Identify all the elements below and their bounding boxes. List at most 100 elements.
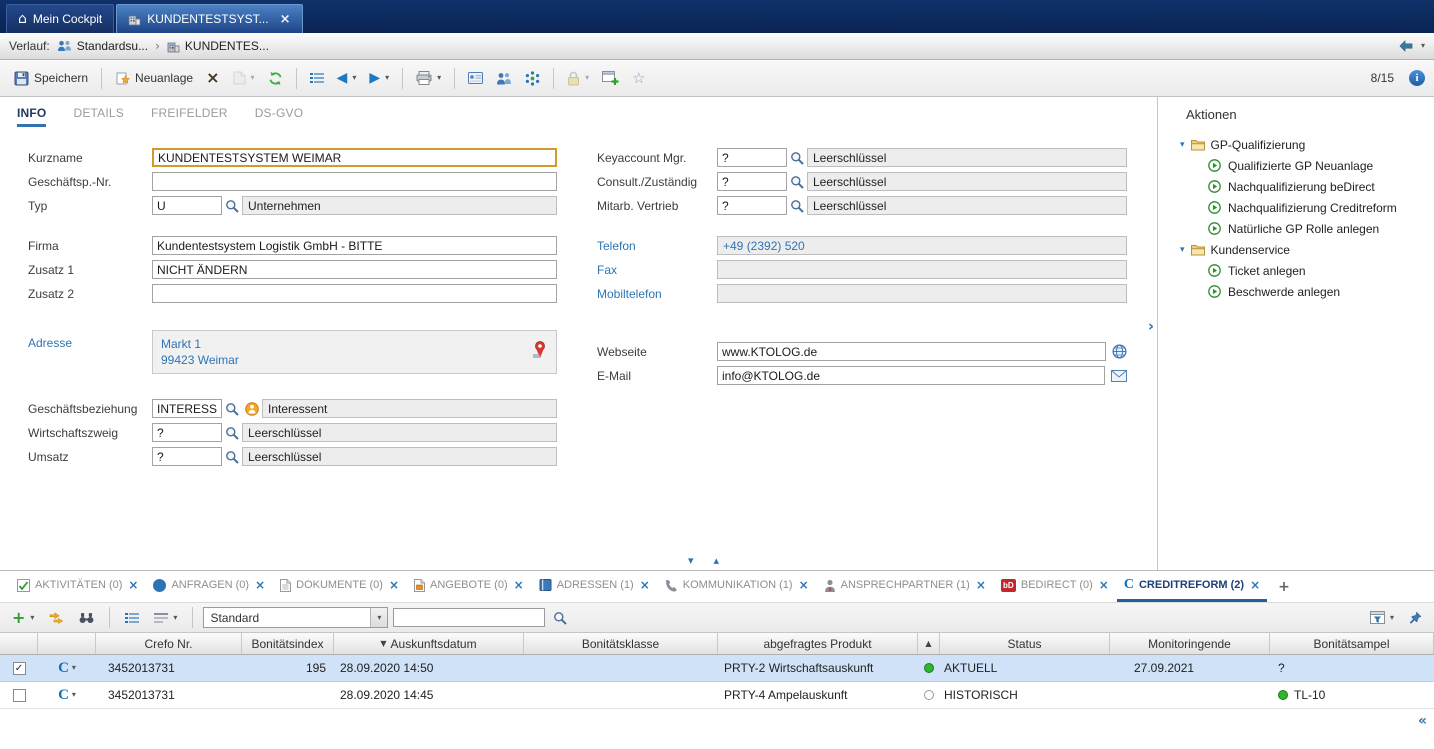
permissions-button[interactable]: ▾: [562, 68, 594, 89]
action-beschwerde-anlegen[interactable]: Beschwerde anlegen: [1158, 281, 1434, 302]
lookup-magnifier-icon[interactable]: [790, 199, 804, 213]
map-pin-icon[interactable]: [532, 340, 548, 363]
caret-down-icon[interactable]: ▾: [173, 614, 177, 622]
tab-freifelder[interactable]: FREIFELDER: [151, 106, 228, 127]
relations-button[interactable]: [520, 68, 545, 89]
participants-button[interactable]: [491, 69, 517, 88]
grid-pin-button[interactable]: [1404, 608, 1427, 627]
tab-anfragen[interactable]: ANFRAGEN (0) ×: [146, 571, 272, 602]
list-view-button[interactable]: [305, 69, 329, 87]
row-checkbox[interactable]: [13, 689, 26, 702]
more-actions-dropdown[interactable]: ▾: [228, 68, 260, 88]
tab-mein-cockpit[interactable]: ⌂ Mein Cockpit: [6, 4, 114, 33]
fax-link-label[interactable]: Fax: [597, 263, 717, 277]
tab-ansprechpartner[interactable]: ANSPRECHPARTNER (1) ×: [817, 571, 993, 602]
favorites-button[interactable]: ☆: [627, 68, 650, 89]
new-view-button[interactable]: [597, 68, 624, 89]
caret-down-icon[interactable]: ▾: [1390, 614, 1394, 622]
consult-code-input[interactable]: [717, 172, 787, 191]
add-tab-button[interactable]: +: [1268, 571, 1300, 602]
caret-down-icon[interactable]: ▾: [385, 74, 389, 82]
column-header-crefo-nr[interactable]: Crefo Nr.: [96, 633, 242, 654]
delete-button[interactable]: ×: [201, 67, 224, 89]
tab-bedirect[interactable]: bD BEDIRECT (0) ×: [994, 571, 1116, 602]
webseite-input[interactable]: [717, 342, 1106, 361]
new-record-button[interactable]: Neuanlage: [110, 68, 198, 89]
grid-add-button[interactable]: + ▾: [7, 607, 39, 629]
zusatz1-input[interactable]: [152, 260, 557, 279]
grid-search-input[interactable]: [393, 608, 545, 627]
column-header-status-icon[interactable]: ▲: [918, 633, 940, 654]
combo-caret-button[interactable]: ▾: [370, 608, 387, 627]
lookup-magnifier-icon[interactable]: [225, 450, 239, 464]
grid-collapse-chevron[interactable]: «: [1418, 713, 1427, 729]
lookup-magnifier-icon[interactable]: [225, 199, 239, 213]
close-icon[interactable]: ×: [128, 578, 138, 592]
grid-view-options-button[interactable]: ▾: [149, 609, 182, 627]
history-dropdown-caret-icon[interactable]: ▾: [1421, 42, 1425, 50]
telefon-field[interactable]: +49 (2392) 520: [717, 236, 1127, 255]
tree-expand-icon[interactable]: ▾: [1180, 245, 1185, 255]
keyaccount-code-input[interactable]: [717, 148, 787, 167]
close-icon[interactable]: ×: [280, 13, 291, 26]
close-icon[interactable]: ×: [1099, 578, 1109, 592]
column-header-bonitaetsklasse[interactable]: Bonitätsklasse: [524, 633, 718, 654]
close-icon[interactable]: ×: [640, 578, 650, 592]
contact-card-button[interactable]: [463, 69, 488, 87]
sidebar-toggle-chevron[interactable]: ›: [1148, 319, 1154, 334]
breadcrumb-item-standardsuche[interactable]: Standardsu...: [57, 39, 148, 53]
close-icon[interactable]: ×: [514, 578, 524, 592]
caret-down-icon[interactable]: ▾: [72, 664, 76, 672]
collapse-up-icon[interactable]: ▴: [714, 554, 720, 567]
table-row[interactable]: C ▾ 3452013731 28.09.2020 14:45 PRTY-4 A…: [0, 682, 1434, 709]
breadcrumb-item-kundentestsystem[interactable]: KUNDENTES...: [167, 39, 269, 53]
typ-code-input[interactable]: [152, 196, 222, 215]
caret-down-icon[interactable]: ▾: [437, 74, 441, 82]
grid-list-view-button[interactable]: [120, 609, 144, 627]
grid-assign-button[interactable]: [44, 609, 69, 627]
umsatz-code-input[interactable]: [152, 447, 222, 466]
grid-filter-button[interactable]: ▾: [1365, 608, 1399, 627]
close-icon[interactable]: ×: [1250, 578, 1260, 592]
caret-down-icon[interactable]: ▾: [30, 614, 34, 622]
refresh-button[interactable]: [263, 68, 288, 89]
adresse-field[interactable]: Markt 1 99423 Weimar: [152, 330, 557, 374]
grid-search-button[interactable]: [74, 609, 99, 627]
row-checkbox[interactable]: ✓: [13, 662, 26, 675]
email-input[interactable]: [717, 366, 1105, 385]
column-header-auskunftsdatum[interactable]: ▼ Auskunftsdatum: [334, 633, 524, 654]
geschaeftspartner-nr-input[interactable]: [152, 172, 557, 191]
tab-aktivitaeten[interactable]: AKTIVITÄTEN (0) ×: [10, 571, 145, 602]
action-nachqualifizierung-bedirect[interactable]: Nachqualifizierung beDirect: [1158, 176, 1434, 197]
previous-record-button[interactable]: ◀ ▾: [332, 68, 362, 88]
close-icon[interactable]: ×: [799, 578, 809, 592]
tree-expand-icon[interactable]: ▾: [1180, 140, 1185, 150]
collapse-down-icon[interactable]: ▾: [688, 554, 694, 567]
lookup-magnifier-icon[interactable]: [225, 426, 239, 440]
kurzname-input[interactable]: [152, 148, 557, 167]
view-select[interactable]: Standard ▾: [203, 607, 388, 628]
column-header-bonitaetsindex[interactable]: Bonitätsindex: [242, 633, 334, 654]
adresse-line2[interactable]: 99423 Weimar: [161, 352, 548, 368]
action-qualifizierte-gp-neuanlage[interactable]: Qualifizierte GP Neuanlage: [1158, 155, 1434, 176]
info-icon[interactable]: i: [1409, 70, 1425, 86]
action-group-kundenservice[interactable]: ▾ Kundenservice: [1158, 239, 1434, 260]
lookup-magnifier-icon[interactable]: [790, 151, 804, 165]
tab-kommunikation[interactable]: KOMMUNIKATION (1) ×: [658, 571, 816, 602]
tab-kundentestsystem[interactable]: KUNDENTESTSYST... ×: [116, 4, 302, 33]
column-header-monitoringende[interactable]: Monitoringende: [1110, 633, 1270, 654]
close-icon[interactable]: ×: [389, 578, 399, 592]
tab-creditreform[interactable]: C CREDITREFORM (2) ×: [1117, 571, 1267, 602]
save-button[interactable]: Speichern: [9, 68, 93, 89]
firma-input[interactable]: [152, 236, 557, 255]
column-header-status[interactable]: Status: [940, 633, 1110, 654]
action-nachqualifizierung-creditreform[interactable]: Nachqualifizierung Creditreform: [1158, 197, 1434, 218]
tab-ds-gvo[interactable]: DS-GVO: [255, 106, 304, 127]
tab-adressen[interactable]: ADRESSEN (1) ×: [532, 571, 657, 602]
table-row[interactable]: ✓ C ▾ 3452013731 195 28.09.2020 14:50 PR…: [0, 655, 1434, 682]
history-back-button[interactable]: [1398, 40, 1414, 52]
lookup-magnifier-icon[interactable]: [790, 175, 804, 189]
action-group-gp-qualifizierung[interactable]: ▾ GP-Qualifizierung: [1158, 134, 1434, 155]
telefon-link-label[interactable]: Telefon: [597, 239, 717, 253]
print-button[interactable]: ▾: [411, 68, 446, 88]
